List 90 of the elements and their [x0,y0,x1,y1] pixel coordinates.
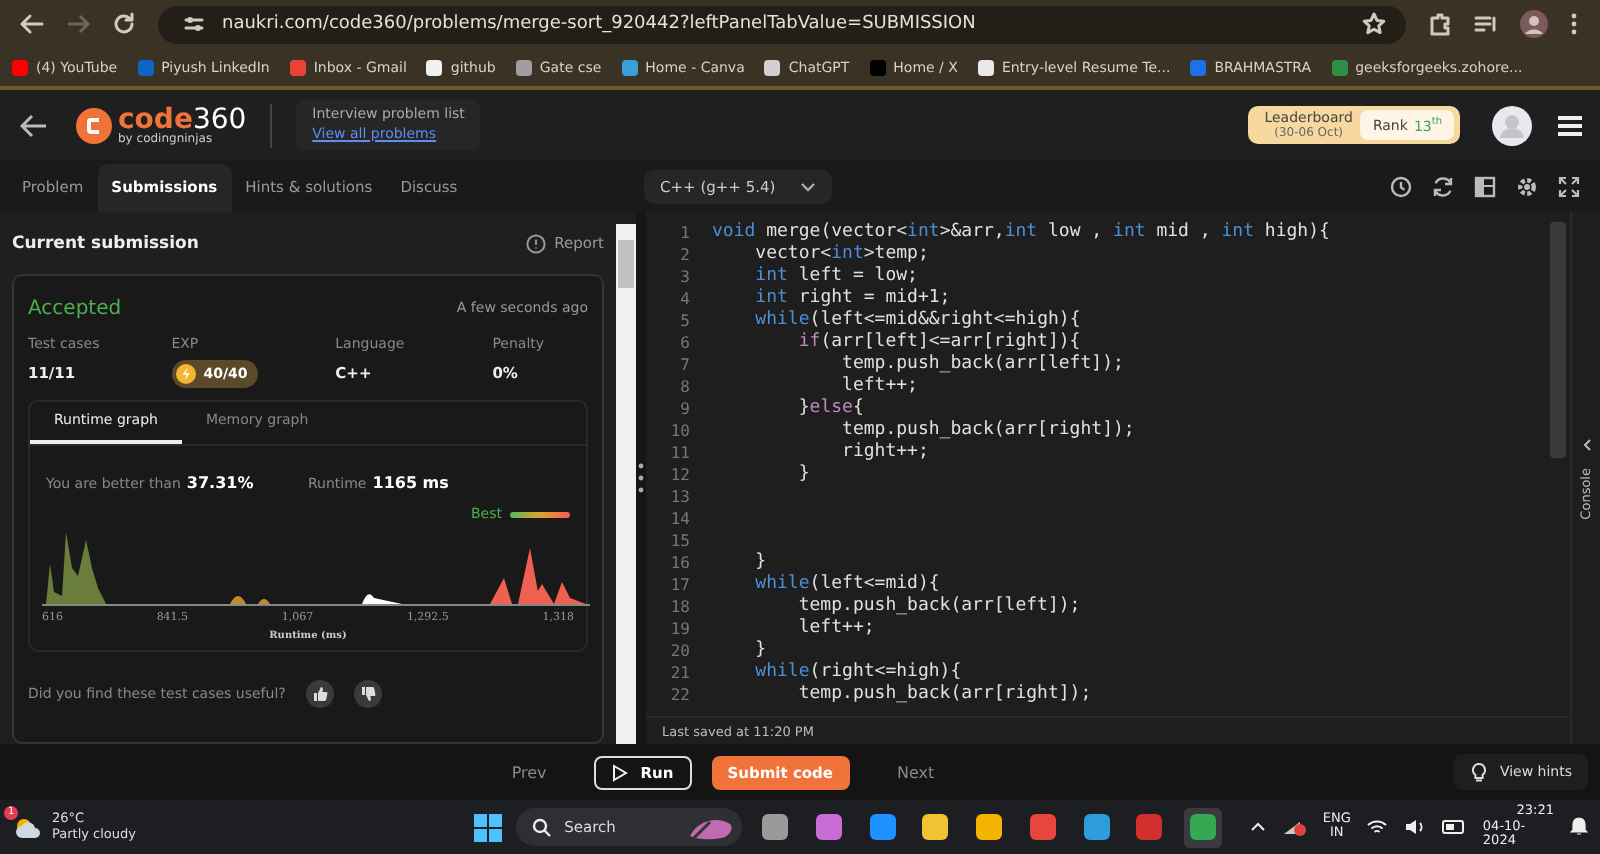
back-arrow-icon[interactable] [20,113,48,137]
chevron-left-icon[interactable] [1581,437,1591,452]
code-line: int left = low; [753,266,918,288]
profile-avatar-icon[interactable] [1520,10,1548,38]
gradient-line-icon [510,511,570,517]
thumbs-up-icon[interactable] [305,680,334,708]
line-number: 11 [668,442,690,464]
chevron-up-icon[interactable] [1250,821,1267,832]
code-line: } [753,640,767,662]
url-text: naukri.com/code360/problems/merge-sort_920442?leftPanelTabValue=SUBMISSION [222,14,976,34]
search-icon [532,817,553,837]
line-number: 15 [668,530,690,552]
line-number: 4 [678,288,690,310]
code-line: temp.push_back(arr[left]); [796,596,1081,618]
code-line: while(left<=mid&&right<=high){ [753,310,1081,332]
code-line: temp.push_back(arr[right]); [796,684,1092,706]
scrollbar[interactable] [616,224,636,744]
line-number: 3 [678,266,690,288]
prev-button[interactable]: Prev [483,763,575,781]
drag-handle-icon[interactable] [638,462,644,494]
runtime-value: 1165 ms [372,474,449,492]
code-line: void merge(vector<int>&arr,int low , int mid , int high){ [712,222,1330,244]
code-line: } [796,464,810,486]
line-number: 19 [668,618,690,640]
code-line: right++; [840,442,929,464]
network-alert-icon[interactable] [1282,816,1307,837]
line-number: 9 [678,398,690,420]
fullscreen-icon[interactable] [1558,175,1580,197]
code-line: while(left<=mid){ [753,574,940,596]
clock-icon[interactable] [1390,175,1412,197]
line-number: 14 [668,508,690,530]
menu-icon[interactable] [1556,113,1584,137]
lightbulb-icon [1469,762,1488,782]
code-line: } [753,552,767,574]
code-line: left++; [840,376,918,398]
refresh-icon[interactable] [1432,175,1454,197]
decorative-art-icon [685,815,734,839]
bell-icon[interactable] [1569,816,1588,837]
cloud-sun-icon [12,815,44,839]
lightning-icon [175,364,196,384]
line-number: 1 [678,222,690,244]
line-number: 6 [678,332,690,354]
thumbs-down-icon[interactable] [353,680,382,708]
line-number: 10 [668,420,690,442]
code-line: left++; [796,618,875,640]
line-number: 22 [668,684,690,706]
star-icon[interactable] [1362,12,1386,36]
layout-icon[interactable] [1474,175,1496,197]
site-settings-icon [182,12,206,36]
line-number: 7 [678,354,690,376]
more-options-icon[interactable] [1570,12,1578,36]
media-queue-icon[interactable] [1474,12,1498,36]
line-number: 13 [668,486,690,508]
speaker-icon[interactable] [1404,817,1427,836]
line-number: 2 [678,244,690,266]
line-number: 20 [668,640,690,662]
code-line: int right = mid+1; [753,288,951,310]
line-number: 12 [668,464,690,486]
start-icon[interactable] [474,813,503,841]
better-than-value: 37.31% [186,474,254,492]
code-line: }else{ [796,398,864,420]
user-avatar-icon[interactable] [1492,105,1532,145]
code-line: while(right<=high){ [753,662,962,684]
code-line: temp.push_back(arr[right]); [840,420,1135,442]
reload-icon[interactable] [112,12,136,36]
line-number: 17 [668,574,690,596]
line-number: 8 [678,376,690,398]
chevron-down-icon [799,181,816,191]
logo-name: code [118,105,193,133]
code-line: temp.push_back(arr[left]); [840,354,1124,376]
line-number: 5 [678,310,690,332]
info-icon [526,233,547,253]
extensions-icon[interactable] [1428,12,1452,36]
logo-number: 360 [192,105,247,133]
line-number: 18 [668,596,690,618]
app-icon[interactable] [1183,807,1223,847]
status-label: Accepted [28,297,122,319]
play-icon [612,763,629,781]
address-bar[interactable]: naukri.com/code360/problems/merge-sort_920442?leftPanelTabValue=SUBMISSION [158,5,1406,43]
back-arrow-icon[interactable] [20,12,44,36]
code-line: vector<int>temp; [753,244,929,266]
logo-mark-icon [76,107,112,143]
next-button[interactable]: Next [869,763,963,781]
line-number: 16 [668,552,690,574]
line-number: 21 [668,662,690,684]
battery-icon[interactable] [1442,819,1467,834]
wifi-icon[interactable] [1366,817,1389,836]
code-line: if(arr[left]<=arr[right]){ [796,332,1081,354]
settings-icon[interactable] [1516,175,1538,197]
panel-title: Current submission [12,233,199,253]
